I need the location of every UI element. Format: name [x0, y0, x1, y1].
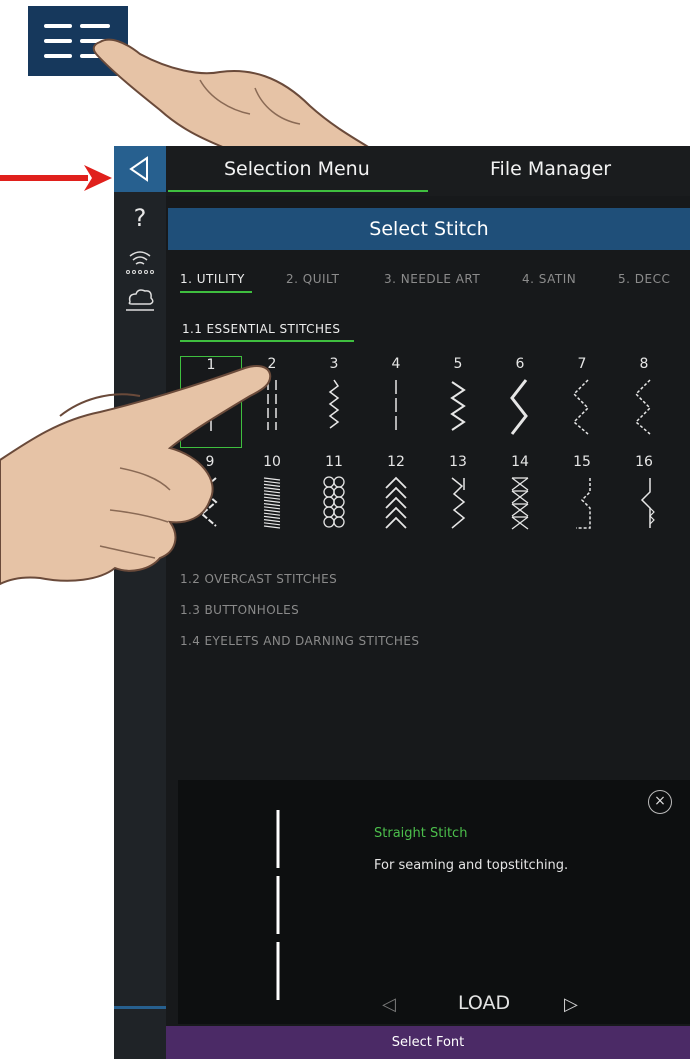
previous-arrow-icon[interactable]: ◁: [382, 994, 396, 1015]
section-title[interactable]: 1.1 ESSENTIAL STITCHES: [182, 322, 340, 336]
stitch-12-button[interactable]: 12: [366, 454, 426, 544]
tab-utility[interactable]: 1. UTILITY: [180, 272, 245, 286]
stitch-number: 15: [573, 454, 591, 470]
sidebar-indicator: [114, 1006, 166, 1009]
stitch-8-button[interactable]: 8: [614, 356, 674, 446]
subsection-eyelets-darning[interactable]: 1.4 EYELETS AND DARNING STITCHES: [180, 634, 419, 648]
stitch-number: 11: [325, 454, 343, 470]
stitch-number: 12: [387, 454, 405, 470]
close-icon[interactable]: ×: [648, 790, 672, 814]
stitch-16-button[interactable]: 16: [614, 454, 674, 544]
subsection-buttonholes[interactable]: 1.3 BUTTONHOLES: [180, 603, 299, 617]
select-stitch-bar[interactable]: Select Stitch: [168, 208, 690, 250]
stitch-name: Straight Stitch: [374, 826, 468, 841]
tab-file-manager[interactable]: File Manager: [490, 158, 611, 180]
stitch-15-button[interactable]: 15: [552, 454, 612, 544]
back-button[interactable]: [114, 146, 166, 192]
tab-decorative[interactable]: 5. DECC: [618, 272, 670, 286]
help-icon[interactable]: ?: [114, 204, 166, 232]
straight-stitch-preview: [276, 810, 280, 1000]
stitch-pattern-icon: [328, 379, 340, 429]
stitch-number: 7: [577, 356, 587, 372]
red-arrow-icon: [0, 165, 112, 191]
device-screen: ? Selection Menu File Manager Select Sti…: [114, 146, 690, 1059]
stitch-number: 4: [391, 356, 401, 372]
stitch-14-button[interactable]: 14: [490, 454, 550, 544]
stitch-5-button[interactable]: 5: [428, 356, 488, 446]
stitch-number: 13: [449, 454, 467, 470]
load-button[interactable]: LOAD: [458, 992, 510, 1014]
stitch-pattern-icon: [385, 476, 407, 529]
tab-satin[interactable]: 4. SATIN: [522, 272, 576, 286]
stitch-11-button[interactable]: 11: [304, 454, 364, 544]
stitch-number: 6: [515, 356, 525, 372]
stitch-number: 5: [453, 356, 463, 372]
stitch-number: 16: [635, 454, 653, 470]
tab-underline: [168, 190, 428, 192]
stitch-info-panel: × Straight Stitch For seaming and topsti…: [178, 780, 690, 1024]
sidebar: ?: [114, 146, 166, 1059]
stitch-pattern-icon: [511, 477, 529, 530]
stitch-description: For seaming and topstitching.: [374, 858, 569, 873]
stitch-pattern-icon: [451, 477, 466, 529]
stitch-pattern-icon: [576, 478, 591, 529]
cloud-icon[interactable]: [114, 284, 166, 318]
stitch-3-button[interactable]: 3: [304, 356, 364, 446]
select-font-bar[interactable]: Select Font: [166, 1026, 690, 1059]
next-arrow-icon[interactable]: ▷: [564, 994, 578, 1015]
tab-needle-art[interactable]: 3. NEEDLE ART: [384, 272, 480, 286]
tab-selection-menu[interactable]: Selection Menu: [224, 158, 370, 180]
stitch-pattern-icon: [323, 476, 345, 528]
wifi-icon[interactable]: [114, 246, 166, 280]
stitch-number: 3: [329, 356, 339, 372]
stitch-7-button[interactable]: 7: [552, 356, 612, 446]
pointing-hand-icon: [0, 365, 272, 586]
stitch-pattern-icon: [395, 380, 397, 430]
back-triangle-icon: [129, 156, 148, 182]
stitch-pattern-icon: [640, 478, 655, 528]
stitch-number: 14: [511, 454, 529, 470]
stitch-number: 8: [639, 356, 649, 372]
pointing-hand-icon: [92, 38, 370, 150]
stitch-pattern-icon: [510, 379, 528, 435]
stitch-6-button[interactable]: 6: [490, 356, 550, 446]
tab-quilt[interactable]: 2. QUILT: [286, 272, 339, 286]
stitch-4-button[interactable]: 4: [366, 356, 426, 446]
stitch-pattern-icon: [450, 381, 466, 431]
category-underline: [180, 291, 252, 293]
stitch-13-button[interactable]: 13: [428, 454, 488, 544]
stitch-pattern-icon: [572, 379, 590, 435]
header: Selection Menu File Manager: [166, 146, 690, 196]
stitch-pattern-icon: [634, 379, 652, 435]
